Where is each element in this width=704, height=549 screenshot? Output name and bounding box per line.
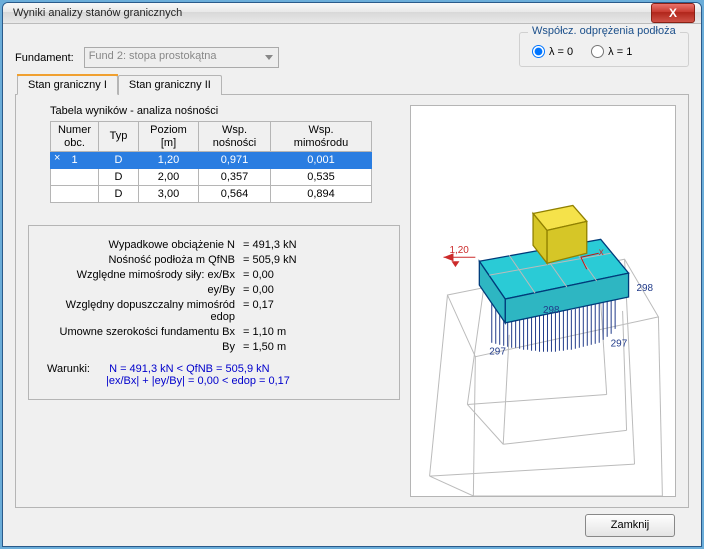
foundation-3d-icon: x 1,20 298 298 297 297 bbox=[411, 106, 675, 496]
tabs: Stan graniczny I Stan graniczny II bbox=[15, 74, 689, 95]
lambda-0-radio[interactable] bbox=[532, 45, 545, 58]
col-wsp-mimosrodu[interactable]: Wsp. mimośrodu bbox=[271, 122, 372, 152]
relief-factor-legend: Współcz. odprężenia podłoża bbox=[528, 25, 680, 37]
svg-text:1,20: 1,20 bbox=[449, 245, 469, 256]
relief-factor-group: Współcz. odprężenia podłoża λ = 0 λ = 1 bbox=[519, 32, 689, 67]
window-title: Wyniki analizy stanów granicznych bbox=[13, 7, 651, 19]
svg-text:x: x bbox=[599, 247, 604, 258]
3d-viewer[interactable]: x 1,20 298 298 297 297 bbox=[410, 105, 676, 497]
foundation-selector-row: Fundament: Fund 2: stopa prostokątna bbox=[15, 47, 279, 68]
table-row[interactable]: D 2,00 0,357 0,535 bbox=[51, 169, 372, 186]
tab-limit-state-1[interactable]: Stan graniczny I bbox=[17, 75, 118, 95]
svg-text:297: 297 bbox=[611, 339, 628, 350]
svg-text:298: 298 bbox=[637, 283, 654, 294]
tab-panel: Tabela wyników - analiza nośności Numer … bbox=[15, 95, 689, 508]
table-row[interactable]: D 3,00 0,564 0,894 bbox=[51, 186, 372, 203]
svg-text:298: 298 bbox=[543, 305, 560, 316]
tab-limit-state-2[interactable]: Stan graniczny II bbox=[118, 75, 222, 95]
svg-text:297: 297 bbox=[489, 347, 506, 358]
foundation-combobox[interactable]: Fund 2: stopa prostokątna bbox=[84, 47, 279, 68]
col-wsp-nosnosci[interactable]: Wsp. nośności bbox=[199, 122, 271, 152]
col-numer[interactable]: Numer obc. bbox=[51, 122, 99, 152]
close-icon: X bbox=[669, 6, 677, 20]
close-button[interactable]: Zamknij bbox=[585, 514, 675, 537]
lambda-1-label: λ = 1 bbox=[608, 46, 632, 58]
condition-1: N = 491,3 kN < QfNB = 505,9 kN bbox=[109, 363, 270, 375]
foundation-value: Fund 2: stopa prostokątna bbox=[89, 50, 217, 62]
window-close-button[interactable]: X bbox=[651, 3, 695, 23]
lambda-1-option[interactable]: λ = 1 bbox=[591, 45, 632, 58]
dialog-content: Fundament: Fund 2: stopa prostokątna Wsp… bbox=[3, 24, 701, 547]
condition-2: |ex/Bx| + |ey/By| = 0,00 < edop = 0,17 bbox=[106, 375, 290, 387]
table-row[interactable]: 1 D 1,20 0,971 0,001 bbox=[51, 152, 372, 169]
lambda-0-option[interactable]: λ = 0 bbox=[532, 45, 573, 58]
lambda-1-radio[interactable] bbox=[591, 45, 604, 58]
conditions-label: Warunki: bbox=[47, 363, 102, 375]
lambda-0-label: λ = 0 bbox=[549, 46, 573, 58]
results-box: Wypadkowe obciążenie N= 491,3 kN Nośność… bbox=[28, 225, 400, 400]
dialog-window: Wyniki analizy stanów granicznych X Fund… bbox=[2, 2, 702, 547]
results-table: Numer obc. Typ Poziom [m] Wsp. nośności … bbox=[50, 121, 372, 203]
foundation-label: Fundament: bbox=[15, 52, 74, 64]
table-caption: Tabela wyników - analiza nośności bbox=[50, 105, 400, 117]
titlebar: Wyniki analizy stanów granicznych X bbox=[3, 3, 701, 24]
col-typ[interactable]: Typ bbox=[99, 122, 139, 152]
col-poziom[interactable]: Poziom [m] bbox=[139, 122, 199, 152]
left-column: Tabela wyników - analiza nośności Numer … bbox=[28, 105, 400, 497]
